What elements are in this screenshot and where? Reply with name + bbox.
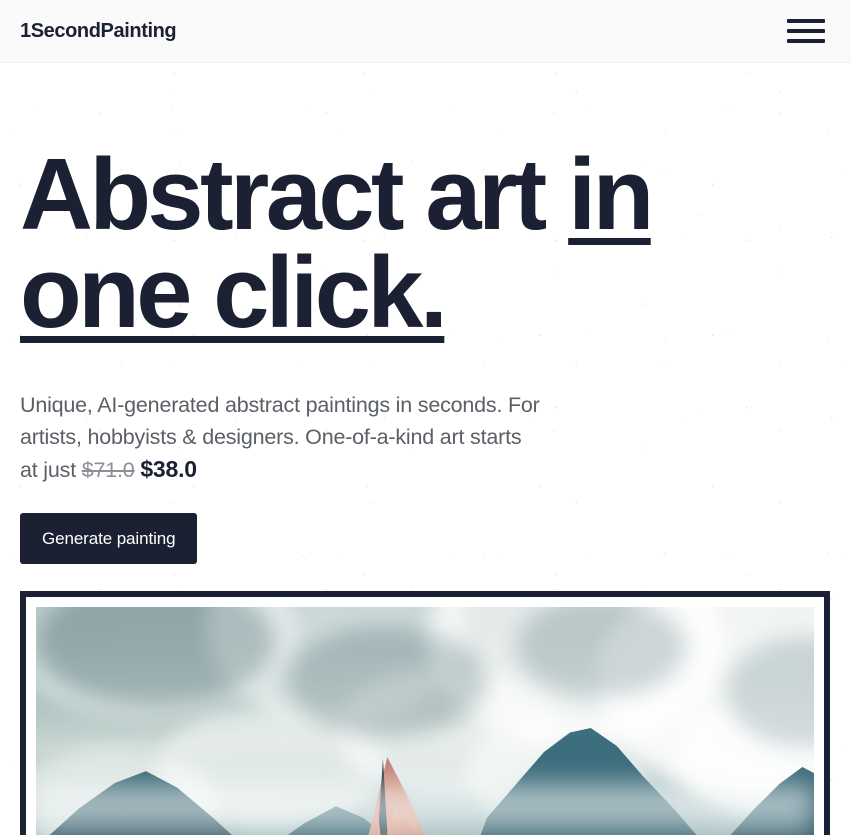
discounted-price: $38.0 <box>140 455 197 482</box>
hamburger-bar-2 <box>787 29 825 33</box>
site-logo[interactable]: 1SecondPainting <box>20 20 177 43</box>
site-header: 1SecondPainting <box>0 0 851 63</box>
hamburger-bar-1 <box>787 19 825 23</box>
original-price: $71.0 <box>81 457 135 482</box>
painting-mat <box>26 597 824 835</box>
headline-plain: Abstract art <box>20 139 569 251</box>
cloud-shadow <box>286 627 486 737</box>
hero-section: Abstract art in one click. Unique, AI-ge… <box>0 63 851 564</box>
page-title: Abstract art in one click. <box>20 145 700 344</box>
generated-painting[interactable] <box>36 607 814 835</box>
painting-frame[interactable] <box>20 591 830 835</box>
generate-painting-button[interactable]: Generate painting <box>20 512 198 564</box>
hamburger-bar-3 <box>787 39 825 43</box>
mist-layer <box>36 777 814 817</box>
hamburger-icon[interactable] <box>787 16 825 46</box>
hero-subtitle: Unique, AI-generated abstract paintings … <box>20 389 540 486</box>
page-root: 1SecondPainting Abstract art in one clic… <box>0 0 851 835</box>
